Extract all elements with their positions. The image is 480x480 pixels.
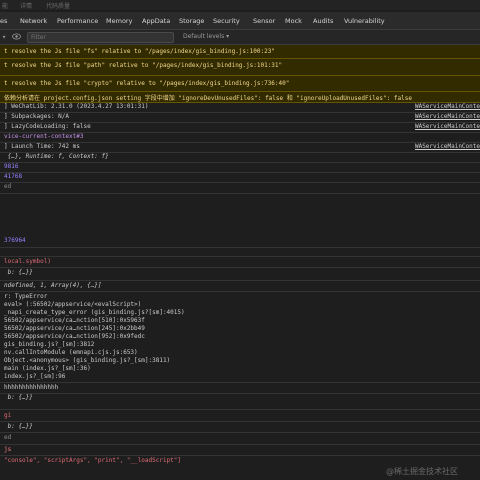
log-row: b: {…}}	[0, 269, 480, 278]
log-row: "console", "scriptArgs", "print", "__loa…	[0, 457, 480, 466]
source-link[interactable]: WAServiceMainConte	[415, 143, 480, 150]
warning-row: t resolve the Js file "fs" relative to "…	[0, 45, 480, 59]
stack-trace-line[interactable]: _napi_create_type_error (gis_binding.js?…	[0, 309, 480, 317]
log-row: vice-current-context#3	[0, 133, 480, 142]
log-row: ] LazyCodeLoading: false WAServiceMainCon…	[0, 123, 480, 132]
chevron-down-icon[interactable]: ▾	[2, 33, 6, 41]
top-strip-item: 详情	[20, 3, 33, 10]
stack-trace-line: Object.<anonymous> (gis_binding.js?_[sm]…	[0, 357, 480, 365]
console-toolbar: ▾ Default levels ▾	[0, 30, 480, 45]
tab-memory[interactable]: Memory	[106, 17, 132, 25]
stack-trace-line[interactable]: 56502/appservice/ca…nction[952]:0x9fedc	[0, 333, 480, 341]
log-row: 41768	[0, 173, 480, 182]
warning-row: t resolve the Js file "path" relative to…	[0, 59, 480, 76]
console-message: {…}, Runtime: f, Context: f}	[4, 153, 109, 160]
devtools-tab-bar: es Network Performance Memory AppData St…	[0, 12, 480, 30]
log-row: local.symbol)	[0, 258, 480, 267]
filter-input[interactable]	[31, 33, 169, 42]
eye-icon[interactable]	[12, 33, 21, 42]
console-message: ed	[4, 183, 12, 190]
watermark: @稀土掘金技术社区	[386, 467, 458, 476]
console-message: b: {…}}	[4, 269, 33, 276]
tab-mock[interactable]: Mock	[285, 17, 302, 25]
console-message: ] LazyCodeLoading: false	[4, 123, 91, 130]
console-message: nv.callIntoModule (emnapi.cjs.js:653)	[4, 349, 138, 356]
console-message: index.js?_[sm]:96	[4, 373, 66, 380]
stack-trace-line: nv.callIntoModule (emnapi.cjs.js:653)	[0, 349, 480, 357]
tab-security[interactable]: Security	[213, 17, 240, 25]
console-message: Object.<anonymous> (gis_binding.js?_[sm]…	[4, 357, 171, 364]
console-message: b: {…}}	[4, 394, 33, 401]
log-row: b: {…}}	[0, 394, 480, 403]
source-link[interactable]: WAServiceMainConte	[415, 103, 480, 110]
log-row: ] WeChatLib: 2.31.0 (2023.4.27 13:01:31)…	[0, 103, 480, 112]
console-message: 376964	[4, 237, 26, 244]
console-message: ed	[4, 434, 12, 441]
console-message: gis_binding.js?_[sm]:3812	[4, 341, 95, 348]
log-row: ndefined, 1, Array(4), {…}]	[0, 282, 480, 291]
tab-vulnerability[interactable]: Vulnerability	[344, 17, 385, 25]
log-row: ed	[0, 434, 480, 443]
tab-sensor[interactable]: Sensor	[253, 17, 275, 25]
console-message: vice-current-context#3	[4, 133, 84, 140]
console-message: 56502/appservice/ca…nction[510]:0x5963f	[4, 317, 145, 324]
console-message: _napi_create_type_error (gis_binding.js?…	[4, 309, 185, 316]
log-row: 376964	[0, 237, 480, 246]
source-link[interactable]: WAServiceMainConte	[415, 113, 480, 120]
top-strip-item: 代码质量	[46, 3, 71, 10]
filter-field[interactable]	[27, 32, 174, 43]
console-message: eval> (:56502/appservice/<evalScript>)	[4, 301, 142, 308]
log-row: hhhhhhhhhhhhhhh	[0, 384, 480, 393]
tab-network[interactable]: Network	[20, 17, 47, 25]
stack-trace-line: r: TypeError	[0, 293, 480, 301]
stack-trace-line: main (index.js?_[sm]:36)	[0, 365, 480, 373]
stack-trace-line[interactable]: 56502/appservice/ca…nction[245]:0x2bb49	[0, 325, 480, 333]
source-link[interactable]: WAServiceMainConte	[415, 123, 480, 130]
log-row: {…}, Runtime: f, Context: f}	[0, 153, 480, 162]
console-message: 依赖分析请在 project.config.json setting 字段中增加…	[4, 95, 412, 102]
top-strip-item: 能	[2, 3, 9, 10]
tab-storage[interactable]: Storage	[179, 17, 204, 25]
stack-trace-line[interactable]: 56502/appservice/ca…nction[510]:0x5963f	[0, 317, 480, 325]
console-message: ] Subpackages: N/A	[4, 113, 70, 120]
tab-performance[interactable]: Performance	[57, 17, 98, 25]
console-message: ndefined, 1, Array(4), {…}]	[4, 282, 102, 289]
console-message: "console", "scriptArgs", "print", "__loa…	[4, 457, 182, 464]
log-row: ] Subpackages: N/A WAServiceMainConte	[0, 113, 480, 122]
log-row: 9816	[0, 163, 480, 172]
console-output: t resolve the Js file "fs" relative to "…	[0, 45, 480, 480]
warning-row: 依赖分析请在 project.config.json setting 字段中增加…	[0, 92, 480, 103]
console-message: local.symbol)	[4, 258, 51, 265]
tab-appdata[interactable]: AppData	[142, 17, 170, 25]
console-message: t resolve the Js file "fs" relative to "…	[4, 48, 275, 55]
log-levels-dropdown[interactable]: Default levels ▾	[183, 33, 229, 40]
log-row: ed	[0, 183, 480, 192]
console-message: js	[4, 446, 12, 453]
top-strip: 能 详情 代码质量	[0, 0, 480, 10]
console-message: main (index.js?_[sm]:36)	[4, 365, 91, 372]
log-row: gi	[0, 412, 480, 421]
console-message: 56502/appservice/ca…nction[245]:0x2bb49	[4, 325, 145, 332]
console-message: ] WeChatLib: 2.31.0 (2023.4.27 13:01:31)	[4, 103, 149, 110]
console-message: gi	[4, 412, 12, 419]
log-row: ] Launch Time: 742 ms WAServiceMainConte	[0, 143, 480, 152]
tab-console[interactable]: es	[0, 17, 7, 25]
tab-audits[interactable]: Audits	[313, 17, 333, 25]
console-message: 56502/appservice/ca…nction[952]:0x9fedc	[4, 333, 145, 340]
stack-trace-line[interactable]: gis_binding.js?_[sm]:3812	[0, 341, 480, 349]
console-message: r: TypeError	[4, 293, 48, 300]
console-message: 41768	[4, 173, 23, 180]
warning-row: t resolve the Js file "crypto" relative …	[0, 76, 480, 92]
console-message: ] Launch Time: 742 ms	[4, 143, 80, 150]
console-message: hhhhhhhhhhhhhhh	[4, 384, 59, 391]
console-message: t resolve the Js file "crypto" relative …	[4, 80, 290, 87]
stack-trace-line: eval> (:56502/appservice/<evalScript>)	[0, 301, 480, 309]
console-message: 9816	[4, 163, 19, 170]
log-row: b: {…}}	[0, 423, 480, 432]
log-row: js	[0, 446, 480, 455]
console-message: t resolve the Js file "path" relative to…	[4, 62, 283, 69]
stack-trace-line[interactable]: index.js?_[sm]:96	[0, 373, 480, 381]
console-message: b: {…}}	[4, 423, 33, 430]
